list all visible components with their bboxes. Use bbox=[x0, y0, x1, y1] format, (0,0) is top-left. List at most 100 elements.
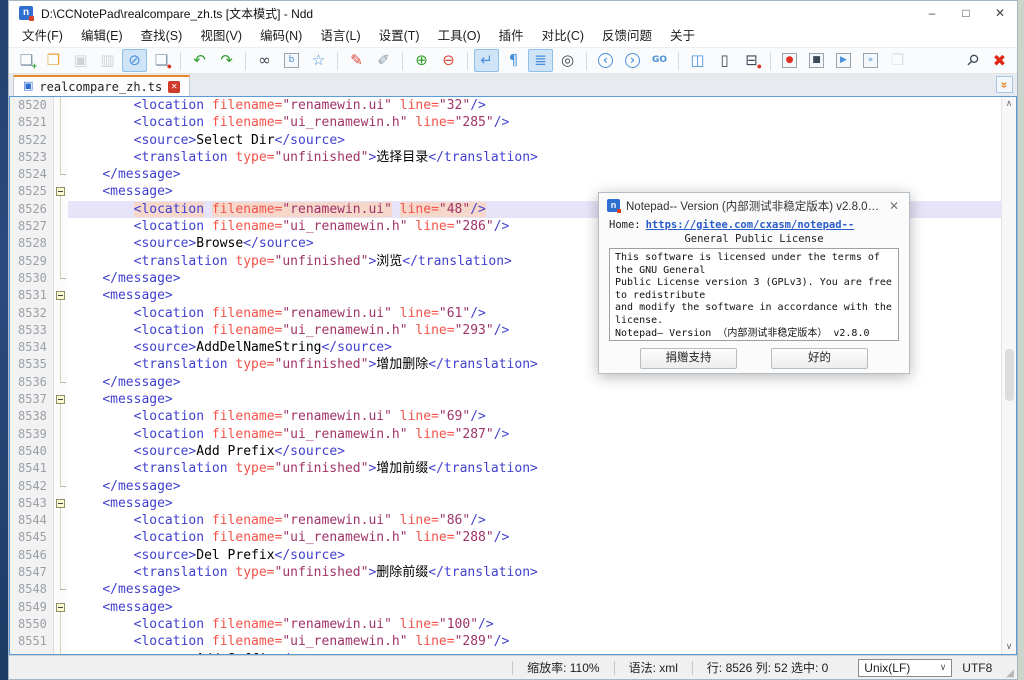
menu-item-11[interactable]: 关于 bbox=[661, 25, 704, 47]
menu-item-1[interactable]: 编辑(E) bbox=[72, 25, 132, 47]
minimize-button[interactable]: – bbox=[915, 1, 949, 25]
replace-button[interactable]: b bbox=[279, 49, 304, 72]
code-text[interactable]: </message> bbox=[68, 581, 1001, 598]
nav-back-button[interactable]: ‹ bbox=[593, 49, 618, 72]
code-text[interactable]: </message> bbox=[68, 374, 1001, 391]
close-file-button[interactable]: ⊘ bbox=[122, 49, 147, 72]
dialog-close-icon[interactable]: ✕ bbox=[887, 199, 901, 213]
line-number[interactable]: 8523 bbox=[10, 149, 54, 166]
close-toolbar-button[interactable]: ✖ bbox=[987, 49, 1012, 72]
line-number[interactable]: 8551 bbox=[10, 633, 54, 650]
scroll-up-icon[interactable]: ∧ bbox=[1006, 97, 1013, 111]
save-file-button[interactable]: ▣ bbox=[68, 49, 93, 72]
vertical-scrollbar[interactable]: ∧ ∨ bbox=[1001, 97, 1016, 654]
code-text[interactable]: <message> bbox=[68, 495, 1001, 512]
focus-mode-button[interactable]: ◎ bbox=[555, 49, 580, 72]
line-number[interactable]: 8524 bbox=[10, 166, 54, 183]
line-number[interactable]: 8548 bbox=[10, 581, 54, 598]
license-textbox[interactable]: This software is licensed under the term… bbox=[609, 248, 899, 341]
play-macro-button[interactable]: ▶ bbox=[831, 49, 856, 72]
fold-collapse-icon[interactable] bbox=[54, 391, 68, 408]
clear-highlight-button[interactable]: ✐ bbox=[371, 49, 396, 72]
line-number[interactable]: 8535 bbox=[10, 356, 54, 373]
pin-button[interactable]: ⚲ bbox=[960, 49, 985, 72]
line-number[interactable]: 8545 bbox=[10, 529, 54, 546]
copy-format-button[interactable]: ❐ bbox=[885, 49, 910, 72]
line-number[interactable]: 8540 bbox=[10, 443, 54, 460]
line-number[interactable]: 8552 bbox=[10, 651, 54, 655]
line-number[interactable]: 8527 bbox=[10, 218, 54, 235]
menu-item-7[interactable]: 工具(O) bbox=[429, 25, 490, 47]
donate-button[interactable]: 捐赠支持 bbox=[640, 348, 737, 369]
record-macro-button[interactable]: ● bbox=[777, 49, 802, 72]
code-text[interactable]: </message> bbox=[68, 478, 1001, 495]
line-number[interactable]: 8531 bbox=[10, 287, 54, 304]
menu-item-8[interactable]: 插件 bbox=[490, 25, 533, 47]
maximize-button[interactable]: □ bbox=[949, 1, 983, 25]
line-number[interactable]: 8530 bbox=[10, 270, 54, 287]
menu-item-3[interactable]: 视图(V) bbox=[191, 25, 251, 47]
play-macro-multi-button[interactable]: » bbox=[858, 49, 883, 72]
compare-files-button[interactable]: ◫ bbox=[685, 49, 710, 72]
close-all-button[interactable]: ❏● bbox=[149, 49, 174, 72]
code-text[interactable]: </message> bbox=[68, 166, 1001, 183]
menu-item-4[interactable]: 编码(N) bbox=[251, 25, 311, 47]
highlight-marker-button[interactable]: ✎ bbox=[344, 49, 369, 72]
scroll-down-icon[interactable]: ∨ bbox=[1006, 640, 1013, 654]
line-number[interactable]: 8534 bbox=[10, 339, 54, 356]
tab-list-button[interactable]: » bbox=[996, 76, 1013, 93]
undo-button[interactable]: ↶ bbox=[187, 49, 212, 72]
line-number[interactable]: 8542 bbox=[10, 478, 54, 495]
bookmark-button[interactable]: ☆ bbox=[306, 49, 331, 72]
code-text[interactable]: <source>Add Suffix</source> bbox=[68, 651, 1001, 655]
menu-item-2[interactable]: 查找(S) bbox=[132, 25, 192, 47]
code-text[interactable]: <location filename="renamewin.ui" line="… bbox=[68, 616, 1001, 633]
code-text[interactable]: <location filename="ui_renamewin.h" line… bbox=[68, 633, 1001, 650]
close-button[interactable]: ✕ bbox=[983, 1, 1017, 25]
code-text[interactable]: <translation type="unfinished">增加前缀</tra… bbox=[68, 460, 1001, 477]
resize-grip[interactable]: ◢ bbox=[1006, 668, 1017, 679]
line-number[interactable]: 8529 bbox=[10, 253, 54, 270]
menu-item-6[interactable]: 设置(T) bbox=[370, 25, 429, 47]
fold-collapse-icon[interactable] bbox=[54, 183, 68, 200]
code-text[interactable]: <source>Del Prefix</source> bbox=[68, 547, 1001, 564]
line-number[interactable]: 8539 bbox=[10, 426, 54, 443]
nav-forward-button[interactable]: › bbox=[620, 49, 645, 72]
line-number[interactable]: 8537 bbox=[10, 391, 54, 408]
zoom-in-button[interactable]: ⊕ bbox=[409, 49, 434, 72]
zoom-out-button[interactable]: ⊖ bbox=[436, 49, 461, 72]
gitee-link[interactable]: https://gitee.com/cxasm/notepad-- bbox=[646, 219, 855, 231]
code-area[interactable]: 8520 <location filename="renamewin.ui" l… bbox=[10, 97, 1001, 654]
line-number[interactable]: 8541 bbox=[10, 460, 54, 477]
code-text[interactable]: <translation type="unfinished">选择目录</tra… bbox=[68, 149, 1001, 166]
code-text[interactable]: <location filename="renamewin.ui" line="… bbox=[68, 408, 1001, 425]
compare-dirs-button[interactable]: ▯ bbox=[712, 49, 737, 72]
tab-realcompare[interactable]: ▣ realcompare_zh.ts ✕ bbox=[13, 75, 190, 96]
fold-collapse-icon[interactable] bbox=[54, 287, 68, 304]
find-button[interactable]: ∞ bbox=[252, 49, 277, 72]
save-all-button[interactable]: ▥ bbox=[95, 49, 120, 72]
indent-guide-button[interactable]: ≣ bbox=[528, 49, 553, 72]
screen-capture-button[interactable]: ⊟● bbox=[739, 49, 764, 72]
code-text[interactable]: <location filename="renamewin.ui" line="… bbox=[68, 97, 1001, 114]
line-number[interactable]: 8536 bbox=[10, 374, 54, 391]
fold-collapse-icon[interactable] bbox=[54, 599, 68, 616]
line-number[interactable]: 8528 bbox=[10, 235, 54, 252]
open-file-button[interactable]: ❒ bbox=[41, 49, 66, 72]
line-number[interactable]: 8533 bbox=[10, 322, 54, 339]
code-text[interactable]: <message> bbox=[68, 391, 1001, 408]
line-number[interactable]: 8532 bbox=[10, 305, 54, 322]
code-text[interactable]: <location filename="ui_renamewin.h" line… bbox=[68, 426, 1001, 443]
code-text[interactable]: <translation type="unfinished">删除前缀</tra… bbox=[68, 564, 1001, 581]
menu-item-9[interactable]: 对比(C) bbox=[533, 25, 593, 47]
line-number[interactable]: 8544 bbox=[10, 512, 54, 529]
redo-button[interactable]: ↷ bbox=[214, 49, 239, 72]
goto-line-button[interactable]: GO bbox=[647, 49, 672, 72]
code-text[interactable]: <location filename="ui_renamewin.h" line… bbox=[68, 529, 1001, 546]
menu-item-10[interactable]: 反馈问题 bbox=[593, 25, 661, 47]
line-number[interactable]: 8521 bbox=[10, 114, 54, 131]
menu-item-0[interactable]: 文件(F) bbox=[13, 25, 72, 47]
tab-close-icon[interactable]: ✕ bbox=[168, 81, 180, 93]
line-number[interactable]: 8543 bbox=[10, 495, 54, 512]
line-number[interactable]: 8538 bbox=[10, 408, 54, 425]
